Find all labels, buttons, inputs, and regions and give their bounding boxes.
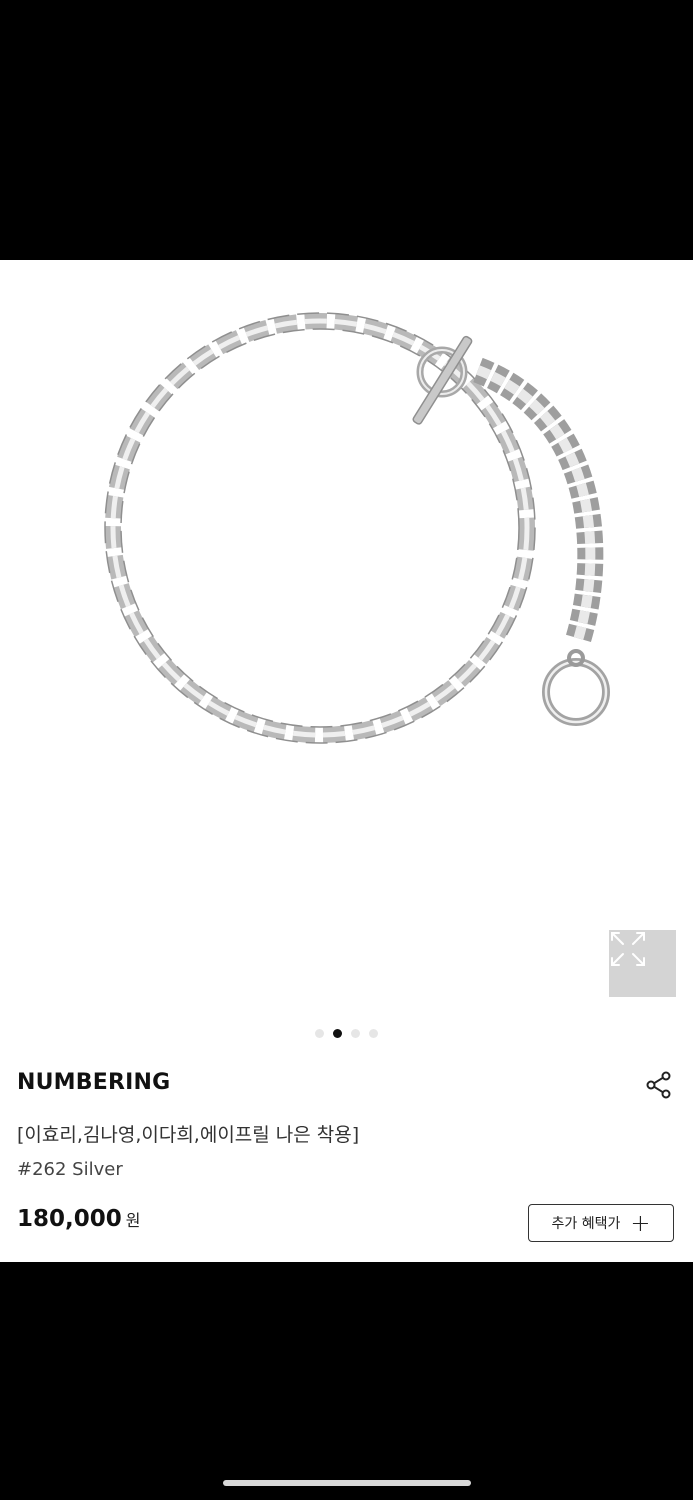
product-image-gallery[interactable]: [0, 260, 693, 1020]
price-value: 180,000: [17, 1206, 122, 1232]
benefit-label: 추가 혜택가: [551, 1216, 621, 1232]
price-currency: 원: [125, 1211, 141, 1230]
home-indicator[interactable]: [223, 1480, 471, 1486]
price: 180,000 원: [17, 1206, 141, 1232]
plus-icon: +: [630, 1209, 651, 1237]
pagination-dot[interactable]: [351, 1028, 360, 1038]
brand-name[interactable]: NUMBERING: [17, 1070, 170, 1095]
pagination-dot-active[interactable]: [333, 1028, 342, 1038]
share-button[interactable]: [644, 1070, 674, 1100]
pagination-dot[interactable]: [315, 1028, 324, 1038]
share-icon: [646, 1071, 671, 1099]
product-title: [이효리,김나영,이다희,에이프릴 나은 착용]: [17, 1124, 360, 1146]
expand-arrows-icon: [611, 932, 645, 966]
product-option: #262 Silver: [17, 1159, 123, 1180]
gallery-pagination: [0, 1027, 693, 1039]
zoom-button[interactable]: [609, 930, 676, 997]
product-card: NUMBERING [이효리,김나영,이다희,에이프릴 나은 착용] #262 …: [0, 260, 693, 1262]
pagination-dot[interactable]: [369, 1028, 378, 1038]
bracelet-image: [104, 312, 610, 744]
extra-benefit-button[interactable]: 추가 혜택가 +: [528, 1204, 674, 1242]
